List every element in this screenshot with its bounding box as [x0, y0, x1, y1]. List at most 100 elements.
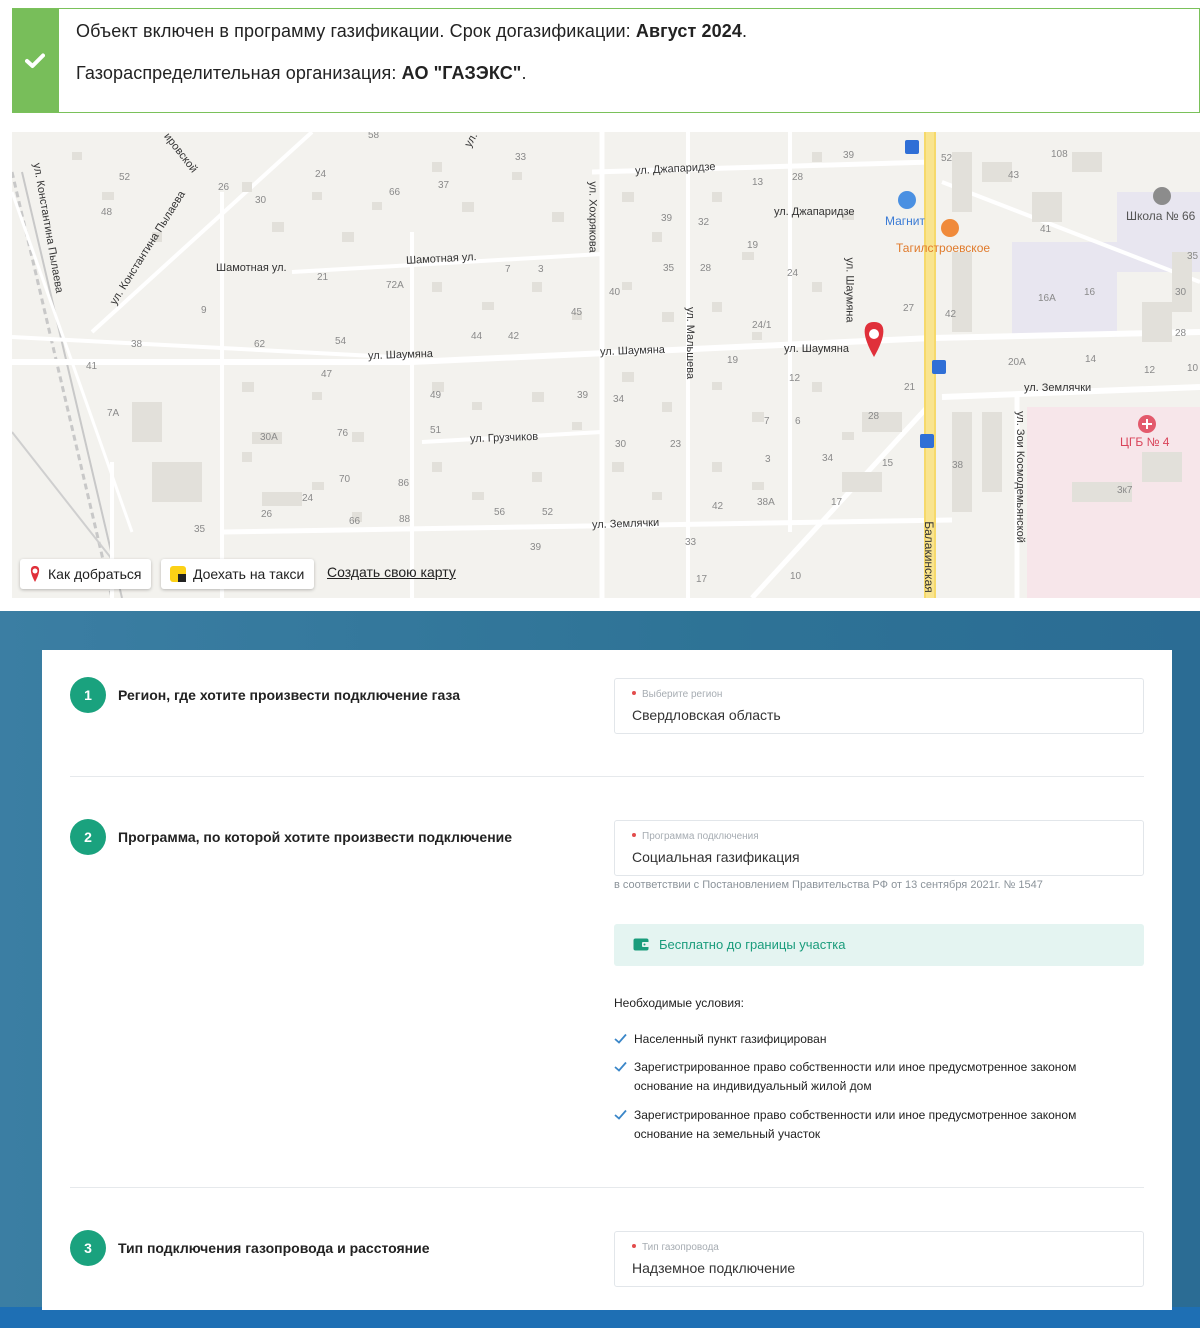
- region-select[interactable]: Выберите регион Свердловская область: [614, 678, 1144, 734]
- divider: [70, 776, 1144, 777]
- house-number: 34: [613, 394, 625, 405]
- house-number: 30: [255, 195, 267, 206]
- house-number: 7: [764, 416, 770, 427]
- taxi-button[interactable]: Доехать на такси: [161, 559, 315, 589]
- program-select-label-text: Программа подключения: [642, 831, 759, 842]
- poi-magnit[interactable]: Магнит: [885, 214, 925, 228]
- house-number: 42: [712, 501, 724, 512]
- house-number: 7А: [107, 408, 120, 419]
- house-number: 27: [903, 303, 915, 314]
- house-number: 32: [698, 217, 710, 228]
- poi-tagilstroevskoe[interactable]: Тагилстроевское: [896, 241, 990, 255]
- condition-text: Зарегистрированное право собственности и…: [634, 1060, 1077, 1093]
- program-select-value: Социальная газификация: [632, 849, 800, 865]
- route-button-label: Как добраться: [48, 566, 142, 582]
- notice-period-2: .: [521, 63, 527, 83]
- house-number: 38: [131, 339, 143, 350]
- house-number: 24/1: [752, 320, 772, 331]
- pipeline-type-value: Надземное подключение: [632, 1260, 796, 1276]
- house-number: 39: [661, 213, 673, 224]
- taxi-button-label: Доехать на такси: [193, 566, 305, 582]
- house-number: 35: [194, 524, 206, 535]
- house-number: 12: [1144, 365, 1156, 376]
- street-label: ул. Шаумяна: [599, 343, 666, 359]
- street-label: ул. Джапаридзе: [774, 206, 855, 218]
- street-label: ул. Шаумяна: [784, 343, 849, 355]
- house-number: 16А: [1038, 293, 1056, 304]
- house-number: 30А: [260, 432, 278, 443]
- free-connection-banner: Бесплатно до границы участка: [614, 924, 1144, 966]
- house-number: 28: [792, 172, 804, 183]
- house-number: 21: [904, 382, 916, 393]
- house-number: 41: [1040, 224, 1052, 235]
- create-map-link[interactable]: Создать свою карту: [327, 564, 456, 580]
- gasification-notice: Объект включен в программу газификации. …: [12, 8, 1200, 113]
- free-connection-text: Бесплатно до границы участка: [659, 937, 846, 952]
- house-number: 42: [508, 331, 520, 342]
- street-label: Балакинская: [921, 521, 936, 593]
- notice-org-text: Газораспределительная организация:: [76, 63, 402, 83]
- house-number: 21: [317, 272, 329, 283]
- taxi-icon: [170, 566, 186, 582]
- house-number: 19: [727, 355, 739, 366]
- notice-org-line: Газораспределительная организация: АО "Г…: [76, 63, 527, 84]
- street-label: ул. Хохрякова: [586, 181, 599, 253]
- street-label: ул. Мальшева: [684, 306, 697, 380]
- program-select-label: Программа подключения: [632, 831, 759, 842]
- check-icon: [614, 1109, 627, 1120]
- notice-program-text: Объект включен в программу газификации. …: [76, 21, 636, 41]
- house-number: 39: [530, 542, 542, 553]
- house-number: 56: [494, 507, 506, 518]
- house-number: 49: [430, 390, 442, 401]
- poi-school[interactable]: Школа № 66: [1126, 209, 1195, 223]
- check-icon: [25, 53, 45, 68]
- house-number: 13: [752, 177, 764, 188]
- house-number: 9: [201, 305, 207, 316]
- step-2-title: Программа, по которой хотите произвести …: [118, 829, 513, 845]
- house-number: 28: [868, 411, 880, 422]
- step-1-title: Регион, где хотите произвести подключени…: [118, 687, 460, 703]
- notice-org-name: АО "ГАЗЭКС": [401, 63, 522, 83]
- pipeline-type-select[interactable]: Тип газопровода Надземное подключение: [614, 1231, 1144, 1287]
- street-label: ул. Землячки: [1024, 382, 1092, 394]
- house-number: 35: [1187, 251, 1199, 262]
- house-number: 28: [700, 263, 712, 274]
- house-number: 108: [1051, 149, 1068, 160]
- condition-item: Зарегистрированное право собственности и…: [614, 1106, 1134, 1144]
- house-number: 54: [335, 336, 347, 347]
- house-number: 39: [843, 150, 855, 161]
- program-select[interactable]: Программа подключения Социальная газифик…: [614, 820, 1144, 876]
- house-number: 7: [505, 264, 511, 275]
- house-number: 35: [663, 263, 675, 274]
- house-number: 66: [349, 516, 361, 527]
- house-number: 10: [1187, 363, 1199, 374]
- condition-text: Населенный пункт газифицирован: [634, 1032, 827, 1046]
- house-number: 34: [822, 453, 834, 464]
- street-label: ул. Грузчиков: [469, 430, 539, 446]
- house-number: 44: [471, 331, 483, 342]
- house-number: 38: [952, 460, 964, 471]
- house-number: 28: [1175, 328, 1187, 339]
- poi-hospital[interactable]: ЦГБ № 4: [1120, 435, 1169, 449]
- house-number: 45: [571, 307, 583, 318]
- connection-form: 1 Регион, где хотите произвести подключе…: [42, 650, 1172, 1310]
- step-1-badge: 1: [70, 677, 106, 713]
- route-button[interactable]: Как добраться: [20, 559, 152, 589]
- house-number: 39: [577, 390, 589, 401]
- notice-program-line: Объект включен в программу газификации. …: [76, 21, 747, 42]
- wallet-icon: [633, 938, 649, 951]
- house-number: 58: [368, 132, 380, 141]
- step-2-badge: 2: [70, 819, 106, 855]
- map-view[interactable]: ул. Константина Пылаева ул. Константина …: [12, 132, 1200, 598]
- pipeline-type-label-text: Тип газопровода: [642, 1242, 719, 1253]
- house-number: 62: [254, 339, 266, 350]
- condition-text: Зарегистрированное право собственности и…: [634, 1108, 1077, 1141]
- house-number: 41: [86, 361, 98, 372]
- house-number: 42: [945, 309, 957, 320]
- house-number: 3: [765, 454, 771, 465]
- house-number: 14: [1085, 354, 1097, 365]
- notice-period: .: [741, 21, 748, 41]
- region-select-label: Выберите регион: [632, 689, 722, 700]
- house-number: 10: [790, 571, 802, 582]
- house-number: 26: [261, 509, 273, 520]
